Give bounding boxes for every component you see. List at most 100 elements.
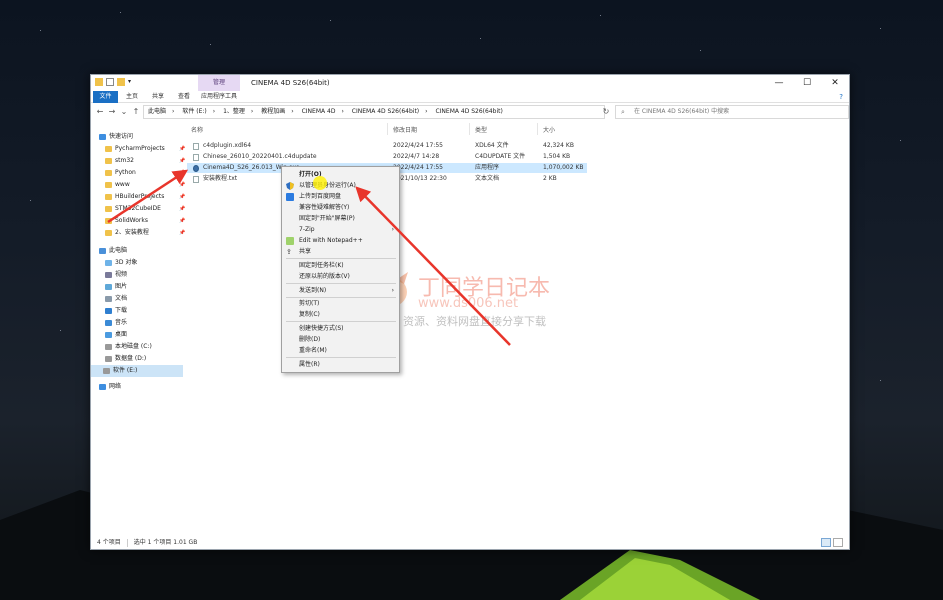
- menu-item-send-to[interactable]: 发送到(N) ›: [282, 285, 399, 296]
- sidebar-item-this-pc[interactable]: 此电脑: [99, 245, 127, 257]
- close-button[interactable]: ✕: [821, 75, 849, 91]
- menu-item-properties[interactable]: 属性(R): [282, 359, 399, 370]
- address-bar[interactable]: 此电脑 › 软件 (E:) › 1、整理 › 教程加画 › CINEMA 4D › CIN…: [143, 105, 605, 119]
- status-bar: 4 个项目 选中 1 个项目 1.01 GB: [91, 537, 849, 549]
- back-arrow-icon[interactable]: ←: [95, 106, 105, 118]
- forward-arrow-icon[interactable]: →: [107, 106, 117, 118]
- search-input[interactable]: ⌕ 在 CINEMA 4D S26(64bit) 中搜索: [615, 105, 849, 119]
- setup-icon: [193, 165, 199, 172]
- menu-item-open[interactable]: 打开(O): [282, 169, 399, 180]
- menu-item-pin-start[interactable]: 固定到"开始"屏幕(P): [282, 213, 399, 224]
- breadcrumb-1[interactable]: 软件 (E:): [182, 108, 206, 115]
- pin-icon: 📌: [179, 206, 186, 212]
- details-view-button[interactable]: [821, 538, 831, 547]
- video-icon: [105, 272, 112, 278]
- context-tab-group: 管理: [198, 75, 240, 91]
- sidebar-item-downloads[interactable]: 下载: [105, 305, 127, 317]
- tab-file[interactable]: 文件: [93, 91, 118, 103]
- file-type: C4DUPDATE 文件: [475, 153, 526, 160]
- sidebar-item-drive-d[interactable]: 数据盘 (D:): [105, 353, 146, 365]
- menu-item-share[interactable]: ⇪ 共享: [282, 246, 399, 257]
- breadcrumb-5[interactable]: CINEMA 4D S26(64bit): [352, 108, 419, 115]
- sidebar-item-hbuilderprojects[interactable]: HBuilderProjects 📌: [105, 191, 185, 203]
- table-row[interactable]: Chinese_26010_20220401.c4dupdate 2022/4/…: [187, 152, 587, 162]
- file-date: 2021/10/13 22:30: [393, 175, 447, 182]
- sidebar-item-www[interactable]: www 📌: [105, 179, 185, 191]
- refresh-icon[interactable]: ↻: [599, 105, 613, 119]
- menu-item-7zip[interactable]: 7-Zip ›: [282, 224, 399, 235]
- window-title: CINEMA 4D S26(64bit): [251, 79, 330, 87]
- navigation-bar: ← → ⌄ ↑ 此电脑 › 软件 (E:) › 1、整理 › 教程加画 › CINEMA…: [91, 103, 849, 121]
- cloud-icon: [286, 193, 294, 201]
- folder-icon: [105, 194, 112, 200]
- menu-item-run-as-admin[interactable]: 以管理员身份运行(A): [282, 180, 399, 191]
- sidebar-item-python[interactable]: Python 📌: [105, 167, 185, 179]
- chevron-down-icon[interactable]: ▾: [128, 78, 136, 86]
- column-header-size[interactable]: 大小: [543, 125, 555, 134]
- sidebar-item-stm32cubeide[interactable]: STM32CubeIDE 📌: [105, 203, 185, 215]
- menu-item-pin-taskbar[interactable]: 固定到任务栏(K): [282, 260, 399, 271]
- file-type: XDL64 文件: [475, 142, 509, 149]
- sidebar-item-videos[interactable]: 视频: [105, 269, 127, 281]
- file-name: c4dplugin.xdl64: [203, 142, 252, 149]
- breadcrumb-2[interactable]: 1、整理: [223, 108, 245, 115]
- sidebar-item-drive-e[interactable]: 软件 (E:): [91, 365, 183, 377]
- menu-item-copy[interactable]: 复制(C): [282, 309, 399, 320]
- drive-icon: [105, 344, 112, 350]
- column-header-date[interactable]: 修改日期: [393, 125, 417, 134]
- sidebar-item-pycharmprojects[interactable]: PycharmProjects 📌: [105, 143, 185, 155]
- file-type: 文本文档: [475, 175, 500, 182]
- menu-item-cut[interactable]: 剪切(T): [282, 298, 399, 309]
- sidebar-item-install-guide[interactable]: 2、安装教程 📌: [105, 227, 185, 239]
- breadcrumb-0[interactable]: 此电脑: [148, 108, 166, 115]
- menu-item-rename[interactable]: 重命名(M): [282, 345, 399, 356]
- table-row[interactable]: c4dplugin.xdl64 2022/4/24 17:55 XDL64 文件…: [187, 141, 587, 151]
- breadcrumb-3[interactable]: 教程加画: [261, 108, 285, 115]
- menu-item-notepadpp[interactable]: Edit with Notepad++: [282, 235, 399, 246]
- pin-icon: 📌: [179, 218, 186, 224]
- column-header-type[interactable]: 类型: [475, 125, 487, 134]
- menu-item-compat-troubleshoot[interactable]: 兼容性疑难解答(Y): [282, 202, 399, 213]
- sidebar-item-solidworks[interactable]: SolidWorks 📌: [105, 215, 185, 227]
- tab-share[interactable]: 共享: [147, 91, 169, 103]
- menu-item-create-shortcut[interactable]: 创建快捷方式(S): [282, 323, 399, 334]
- tab-view[interactable]: 查看: [173, 91, 195, 103]
- menu-item-delete[interactable]: 删除(D): [282, 334, 399, 345]
- sidebar-item-desktop[interactable]: 桌面: [105, 329, 127, 341]
- up-arrow-icon[interactable]: ↑: [131, 106, 141, 118]
- minimize-button[interactable]: —: [765, 75, 793, 91]
- sidebar-item-network[interactable]: 网络: [99, 381, 121, 393]
- navigation-pane: 快速访问 PycharmProjects 📌 stm32 📌 Python 📌 www…: [91, 123, 185, 535]
- sidebar-item-music[interactable]: 音乐: [105, 317, 127, 329]
- file-name: 安装教程.txt: [203, 175, 238, 182]
- selection-info: 选中 1 个项目 1.01 GB: [133, 539, 198, 546]
- file-date: 2022/4/7 14:28: [393, 153, 440, 160]
- sidebar-item-stm32[interactable]: stm32 📌: [105, 155, 185, 167]
- column-header-name[interactable]: 名称: [191, 125, 203, 134]
- maximize-button[interactable]: ☐: [793, 75, 821, 91]
- sidebar-item-drive-c[interactable]: 本地磁盘 (C:): [105, 341, 152, 353]
- chevron-right-icon: ›: [391, 287, 394, 294]
- desktop-icon: [105, 332, 112, 338]
- file-size: 1,070,002 KB: [543, 164, 584, 171]
- large-icons-view-button[interactable]: [833, 538, 843, 547]
- help-icon[interactable]: ?: [839, 93, 843, 101]
- sidebar-item-documents[interactable]: 文档: [105, 293, 127, 305]
- menu-item-upload-baidu[interactable]: 上传到百度网盘: [282, 191, 399, 202]
- folder-icon[interactable]: [95, 78, 103, 86]
- sidebar-item-quick-access[interactable]: 快速访问: [99, 131, 133, 143]
- menu-item-restore-versions[interactable]: 还原以前的版本(V): [282, 271, 399, 282]
- sidebar-item-pictures[interactable]: 图片: [105, 281, 127, 293]
- tab-app-tools[interactable]: 应用程序工具: [198, 91, 240, 103]
- star-icon: [99, 134, 106, 140]
- sidebar-item-3d-objects[interactable]: 3D 对象: [105, 257, 137, 269]
- chevron-down-icon[interactable]: ⌄: [119, 106, 129, 118]
- new-folder-icon[interactable]: [117, 78, 125, 86]
- breadcrumb-6[interactable]: CINEMA 4D S26(64bit): [435, 108, 502, 115]
- breadcrumb-4[interactable]: CINEMA 4D: [302, 108, 336, 115]
- document-icon: [105, 296, 112, 302]
- tab-home[interactable]: 主页: [121, 91, 143, 103]
- folder-icon: [105, 182, 112, 188]
- properties-icon[interactable]: [106, 78, 114, 86]
- chevron-right-icon: ›: [391, 226, 394, 233]
